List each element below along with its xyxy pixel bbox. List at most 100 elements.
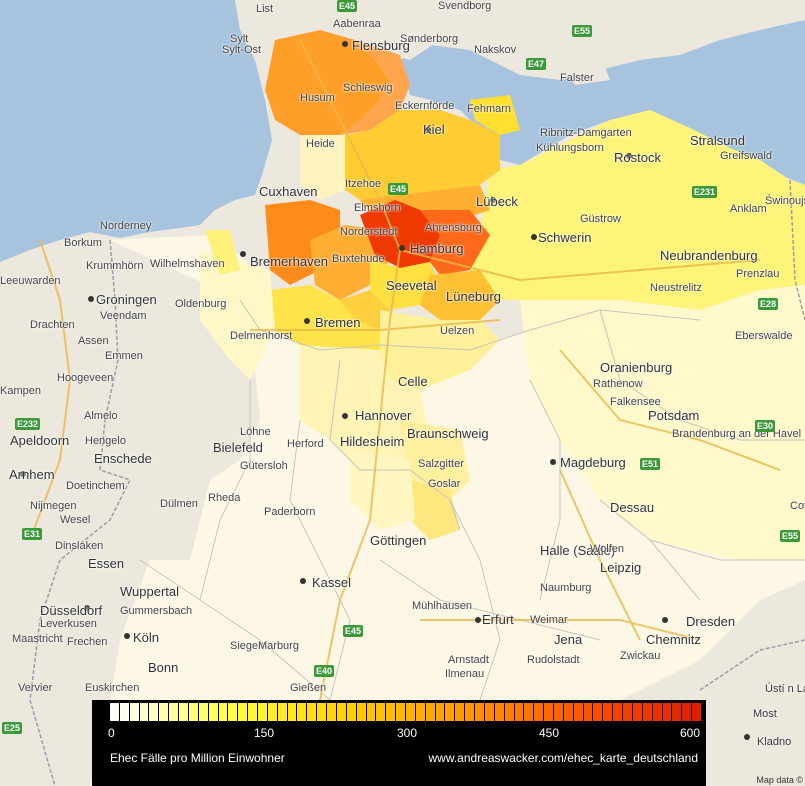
legend-tick-300: 300 [397, 726, 418, 740]
place-fehmarn: Fehmarn [467, 103, 512, 115]
legend-color-step [129, 703, 139, 721]
place-luneburg: Lüneburg [446, 289, 501, 304]
legend-color-step [504, 703, 514, 721]
legend-color-step [406, 703, 415, 721]
place-gottingen: Göttingen [370, 533, 427, 548]
place-schleswig: Schleswig [343, 82, 393, 94]
place-maastricht: Maastricht [12, 633, 63, 645]
place-gummersbach: Gummersbach [120, 605, 193, 617]
place-usti: Ústí n Labem [765, 683, 805, 695]
choropleth-map[interactable] [0, 0, 805, 786]
legend-color-step [583, 703, 593, 721]
place-apeldoorn: Apeldoorn [10, 433, 70, 448]
place-krummhorn: Krummhörn [86, 260, 144, 272]
legend-color-step [277, 703, 287, 721]
place-giessen: Gießen [290, 682, 327, 694]
place-abenra: Aabenraa [333, 18, 381, 30]
legend-color-step [613, 703, 623, 721]
legend-tick-450: 450 [539, 726, 560, 740]
place-list: List [256, 3, 274, 15]
place-lubeck: Lübeck [476, 194, 518, 209]
legend-color-step [593, 703, 603, 721]
legend-color-step [396, 703, 405, 721]
map-copyright: Map data © [756, 775, 803, 785]
place-dresden: Dresden [686, 614, 736, 629]
legend-color-step [149, 703, 159, 721]
place-buxtehude: Buxtehude [332, 253, 385, 265]
road-e40: E40 [314, 665, 335, 677]
legend-color-step [623, 703, 632, 721]
legend-color-step [642, 703, 652, 721]
road-e51: E51 [640, 458, 661, 470]
place-marburg: Marburg [258, 640, 299, 652]
place-norderney: Norderney [100, 220, 152, 232]
place-ahrensburg: Ahrensburg [425, 222, 482, 234]
place-delmenhorst: Delmenhorst [230, 330, 293, 342]
place-swinoujscie: Świnoujście [765, 195, 805, 207]
place-wuppertal: Wuppertal [120, 584, 180, 599]
legend-color-step [267, 703, 277, 721]
place-veendam: Veendam [100, 310, 147, 322]
legend-tick-600: 600 [680, 726, 701, 740]
legend-color-step [465, 703, 475, 721]
legend-color-step [425, 703, 435, 721]
legend-color-step [228, 703, 238, 721]
place-erfurt: Erfurt [482, 612, 514, 627]
road-e28: E28 [758, 298, 779, 310]
place-lohne: Löhne [240, 426, 271, 438]
road-e30: E30 [755, 420, 776, 432]
road-e55-north: E55 [572, 25, 593, 37]
place-chemnitz: Chemnitz [646, 632, 701, 647]
place-muhlhausen: Mühlhausen [412, 600, 472, 612]
place-seevetal: Seevetal [386, 278, 437, 293]
place-enschede: Enschede [94, 451, 152, 466]
place-wesel: Wesel [60, 514, 91, 526]
place-emmen: Emmen [105, 350, 143, 362]
legend-color-step [563, 703, 573, 721]
place-leipzig: Leipzig [600, 560, 642, 575]
place-eberswalde: Eberswalde [735, 330, 793, 342]
place-kampen: Kampen [0, 385, 41, 397]
legend-color-step [258, 703, 267, 721]
place-bremerhaven: Bremerhaven [250, 254, 329, 269]
legend-color-step [327, 703, 336, 721]
place-falkensee: Falkensee [610, 396, 661, 408]
place-almelo: Almelo [84, 410, 118, 422]
place-hildesheim: Hildesheim [340, 434, 405, 449]
place-bonn: Bonn [148, 660, 179, 675]
place-frechen: Frechen [67, 636, 108, 648]
legend-color-step [238, 703, 248, 721]
place-svendborg: Svendborg [438, 0, 492, 12]
place-rostock: Rostock [614, 150, 661, 165]
place-gustrow: Güstrow [580, 213, 621, 225]
place-sylt-ost: Sylt-Ost [222, 44, 262, 56]
legend-color-step [603, 703, 613, 721]
legend-source-url[interactable]: www.andreaswacker.com/ehec_karte_deutsch… [429, 751, 698, 765]
place-paderborn: Paderborn [264, 506, 316, 518]
place-stralsund: Stralsund [690, 133, 745, 148]
place-wilhelmshaven: Wilhelmshaven [150, 258, 225, 270]
place-rudolstadt: Rudolstadt [527, 654, 580, 666]
place-borkum: Borkum [64, 237, 102, 249]
legend-color-step [475, 703, 484, 721]
place-bielefeld: Bielefeld [213, 440, 263, 455]
place-leeuwarden: Leeuwarden [0, 275, 61, 287]
place-most: Most [753, 708, 777, 720]
legend-color-step [652, 703, 662, 721]
legend: 0 150 300 450 600 Ehec Fälle pro Million… [92, 700, 706, 786]
legend-color-step [346, 703, 356, 721]
place-kladno: Kladno [757, 736, 792, 748]
place-goslar: Goslar [428, 478, 461, 490]
legend-color-step [366, 703, 376, 721]
place-rheda: Rheda [208, 492, 241, 504]
place-hannover: Hannover [355, 408, 412, 423]
road-e251: E231 [692, 186, 718, 198]
road-e47: E47 [526, 58, 547, 70]
legend-color-step [573, 703, 583, 721]
place-dessau: Dessau [610, 500, 655, 515]
place-neubrandenburg: Neubrandenburg [660, 248, 758, 263]
place-wolfen: Wolfen [590, 543, 625, 555]
place-koln: Köln [133, 630, 160, 645]
place-eckernforde: Eckernförde [395, 100, 455, 112]
legend-color-step [179, 703, 188, 721]
